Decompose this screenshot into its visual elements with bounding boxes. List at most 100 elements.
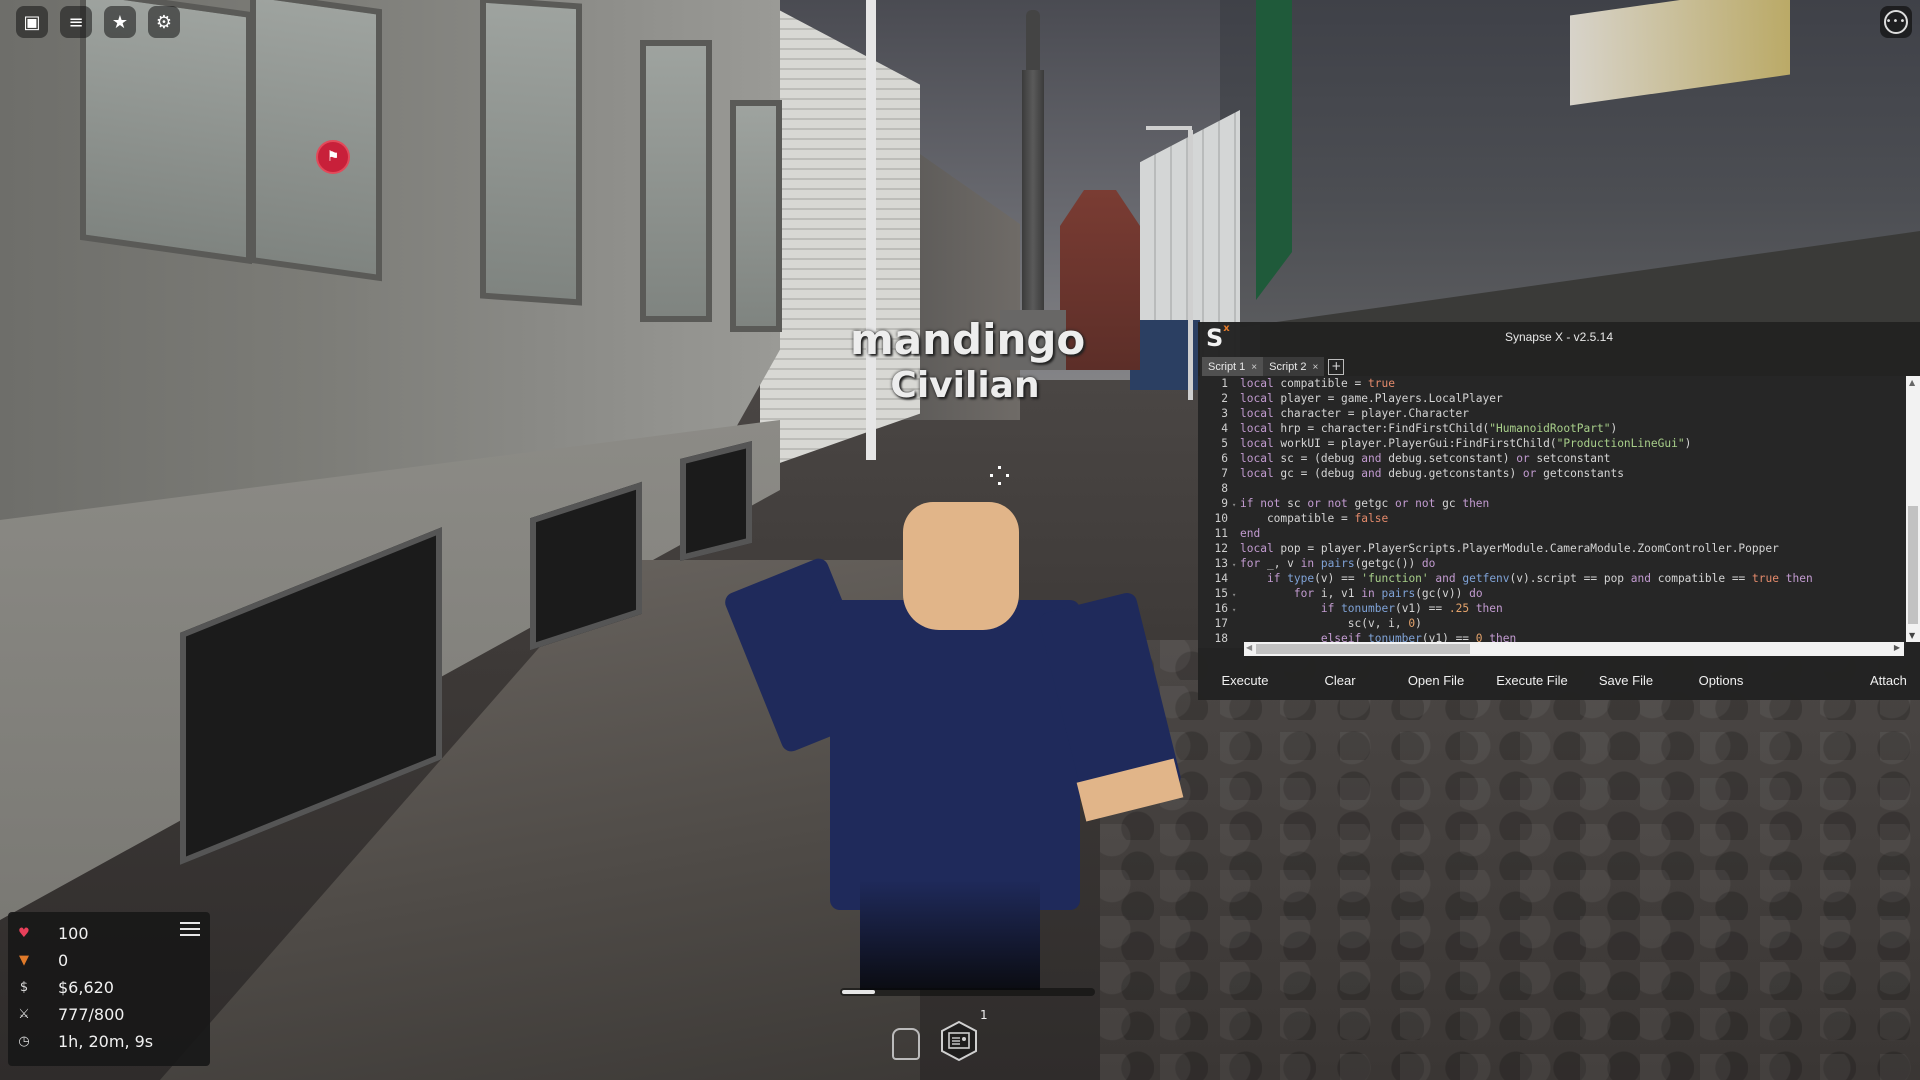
code-line[interactable]: 7 local gc = (debug and debug.getconstant… bbox=[1198, 466, 1906, 481]
code-line[interactable]: 9 ▾ if not sc or not getgc or not gc then bbox=[1198, 496, 1906, 511]
code-line[interactable]: 17 sc(v, i, 0) bbox=[1198, 616, 1906, 631]
code-line[interactable]: 6 local sc = (debug and debug.setconstant… bbox=[1198, 451, 1906, 466]
synapse-toolbar: Execute Clear Open File Execute File Sav… bbox=[1198, 660, 1920, 700]
hud-health: ♥ 100 bbox=[14, 922, 88, 944]
building-window bbox=[80, 0, 252, 265]
code-text: for _, v in pairs(getgc()) do bbox=[1240, 557, 1436, 570]
reputation-value: 777/800 bbox=[58, 1004, 125, 1024]
close-tab-icon[interactable]: × bbox=[1251, 362, 1257, 373]
line-number: 14 bbox=[1214, 572, 1228, 585]
player-nametag: mandingo Civilian bbox=[850, 315, 1086, 408]
save-file-button[interactable]: Save File bbox=[1580, 660, 1672, 700]
settings-gear-icon: ⚙ bbox=[155, 11, 173, 33]
code-text: local hrp = character:FindFirstChild("Hu… bbox=[1240, 422, 1618, 435]
player-name: mandingo bbox=[850, 315, 1086, 364]
health-heart-icon: ♥ bbox=[18, 925, 30, 941]
tab-label: Script 2 bbox=[1269, 361, 1307, 373]
player-role: Civilian bbox=[890, 365, 1040, 406]
roblox-menu-button[interactable]: ▣ bbox=[16, 6, 48, 38]
line-number: 1 bbox=[1221, 377, 1228, 390]
hotbar-slot-1[interactable] bbox=[940, 1020, 978, 1062]
code-line[interactable]: 2 local player = game.Players.LocalPlayer bbox=[1198, 391, 1906, 406]
stats-hud: ♥ 100 ▼ 0 $ $6,620 ⚔ 777/800 ◷ 1h, 20m, … bbox=[8, 912, 210, 1066]
line-number: 16 bbox=[1214, 602, 1228, 615]
stamina-bar bbox=[840, 988, 1095, 996]
execute-file-button[interactable]: Execute File bbox=[1484, 660, 1580, 700]
code-line[interactable]: 16 ▾ if tonumber(v1) == .25 then bbox=[1198, 601, 1906, 616]
code-line[interactable]: 8 bbox=[1198, 481, 1906, 496]
code-line[interactable]: 14 if type(v) == 'function' and getfenv(… bbox=[1198, 571, 1906, 586]
code-line[interactable]: 3 local character = player.Character bbox=[1198, 406, 1906, 421]
open-file-button[interactable]: Open File bbox=[1388, 660, 1484, 700]
code-line[interactable]: 12 local pop = player.PlayerScripts.Playe… bbox=[1198, 541, 1906, 556]
line-number: 12 bbox=[1214, 542, 1228, 555]
code-text: local compatible = true bbox=[1240, 377, 1395, 390]
code-line[interactable]: 4 local hrp = character:FindFirstChild("H… bbox=[1198, 421, 1906, 436]
more-options-button[interactable]: ••• bbox=[1880, 6, 1912, 38]
armor-vest-icon: ▼ bbox=[19, 952, 29, 968]
building-window bbox=[250, 0, 382, 282]
scroll-up-icon[interactable]: ▲ bbox=[1909, 378, 1915, 387]
chat-button[interactable]: ≡ bbox=[60, 6, 92, 38]
stamina-bar-fill bbox=[842, 990, 875, 994]
line-number: 10 bbox=[1214, 512, 1228, 525]
cash-wallet-icon: $ bbox=[19, 979, 29, 995]
vertical-scrollbar[interactable]: ▲ ▼ bbox=[1906, 376, 1920, 642]
green-vertical-sign bbox=[1256, 0, 1292, 300]
code-line[interactable]: 10 compatible = false bbox=[1198, 511, 1906, 526]
tab-script-2[interactable]: Script 2 × bbox=[1263, 357, 1325, 377]
code-text: for i, v1 in pairs(gc(v)) do bbox=[1293, 587, 1483, 600]
monument-column bbox=[1022, 70, 1044, 330]
building-window bbox=[640, 40, 712, 322]
code-text: end bbox=[1240, 527, 1261, 540]
hud-armor: ▼ 0 bbox=[14, 949, 68, 971]
horizontal-scroll-thumb[interactable] bbox=[1256, 644, 1470, 654]
cobblestone-road bbox=[1100, 640, 1920, 1080]
tab-label: Script 1 bbox=[1208, 361, 1246, 373]
code-line[interactable]: 1 local compatible = true bbox=[1198, 376, 1906, 391]
line-number: 19 bbox=[1198, 646, 1232, 648]
code-editor[interactable]: 1 local compatible = true 2 local player = … bbox=[1198, 376, 1906, 648]
code-text: if type(v) == 'function' and getfenv(v).… bbox=[1266, 572, 1813, 585]
line-number: 15 bbox=[1214, 587, 1228, 600]
code-text: local workUI = player.PlayerGui:FindFirs… bbox=[1240, 437, 1692, 450]
hamburger-menu-icon[interactable] bbox=[180, 922, 200, 936]
horizontal-scrollbar[interactable]: ◀ ▶ bbox=[1244, 642, 1904, 656]
tab-script-1[interactable]: Script 1 × bbox=[1202, 357, 1264, 377]
close-tab-icon[interactable]: × bbox=[1312, 362, 1318, 373]
code-line[interactable]: 15 ▾ for i, v1 in pairs(gc(v)) do bbox=[1198, 586, 1906, 601]
add-tab-button[interactable]: + bbox=[1328, 359, 1345, 375]
line-number: 8 bbox=[1221, 482, 1228, 495]
scroll-down-icon[interactable]: ▼ bbox=[1909, 631, 1915, 640]
avatar-head bbox=[903, 502, 1019, 630]
attach-button[interactable]: Attach bbox=[1870, 660, 1920, 700]
line-number: 13 bbox=[1214, 557, 1228, 570]
handshake-icon: ⚔ bbox=[18, 1006, 30, 1022]
alert-glyph: ⚑ bbox=[326, 149, 340, 165]
code-line[interactable]: 11 end bbox=[1198, 526, 1906, 541]
settings-button[interactable]: ⚙ bbox=[148, 6, 180, 38]
street-lamp-arm bbox=[1146, 126, 1192, 130]
line-number: 11 bbox=[1214, 527, 1228, 540]
avatar-torso bbox=[830, 600, 1080, 910]
execute-button[interactable]: Execute bbox=[1198, 660, 1292, 700]
vertical-scroll-thumb[interactable] bbox=[1908, 506, 1918, 624]
line-number: 4 bbox=[1221, 422, 1228, 435]
scroll-right-icon[interactable]: ▶ bbox=[1894, 643, 1900, 652]
code-text: sc(v, i, 0) bbox=[1240, 617, 1422, 630]
player-alert-icon[interactable]: ⚑ bbox=[316, 140, 350, 174]
line-number: 9 bbox=[1221, 497, 1228, 510]
emotes-icon: ★ bbox=[111, 11, 129, 33]
chat-icon: ≡ bbox=[68, 11, 84, 33]
code-line[interactable]: 5 local workUI = player.PlayerGui:FindFir… bbox=[1198, 436, 1906, 451]
roblox-menu-icon: ▣ bbox=[23, 11, 41, 33]
code-text: local pop = player.PlayerScripts.PlayerM… bbox=[1240, 542, 1779, 555]
code-line[interactable]: 13 ▾ for _, v in pairs(getgc()) do bbox=[1198, 556, 1906, 571]
line-number: 7 bbox=[1221, 467, 1228, 480]
emotes-button[interactable]: ★ bbox=[104, 6, 136, 38]
clear-button[interactable]: Clear bbox=[1292, 660, 1388, 700]
code-text: local sc = (debug and debug.setconstant)… bbox=[1240, 452, 1611, 465]
backpack-icon[interactable] bbox=[892, 1028, 920, 1060]
scroll-left-icon[interactable]: ◀ bbox=[1246, 643, 1252, 652]
options-button[interactable]: Options bbox=[1672, 660, 1770, 700]
